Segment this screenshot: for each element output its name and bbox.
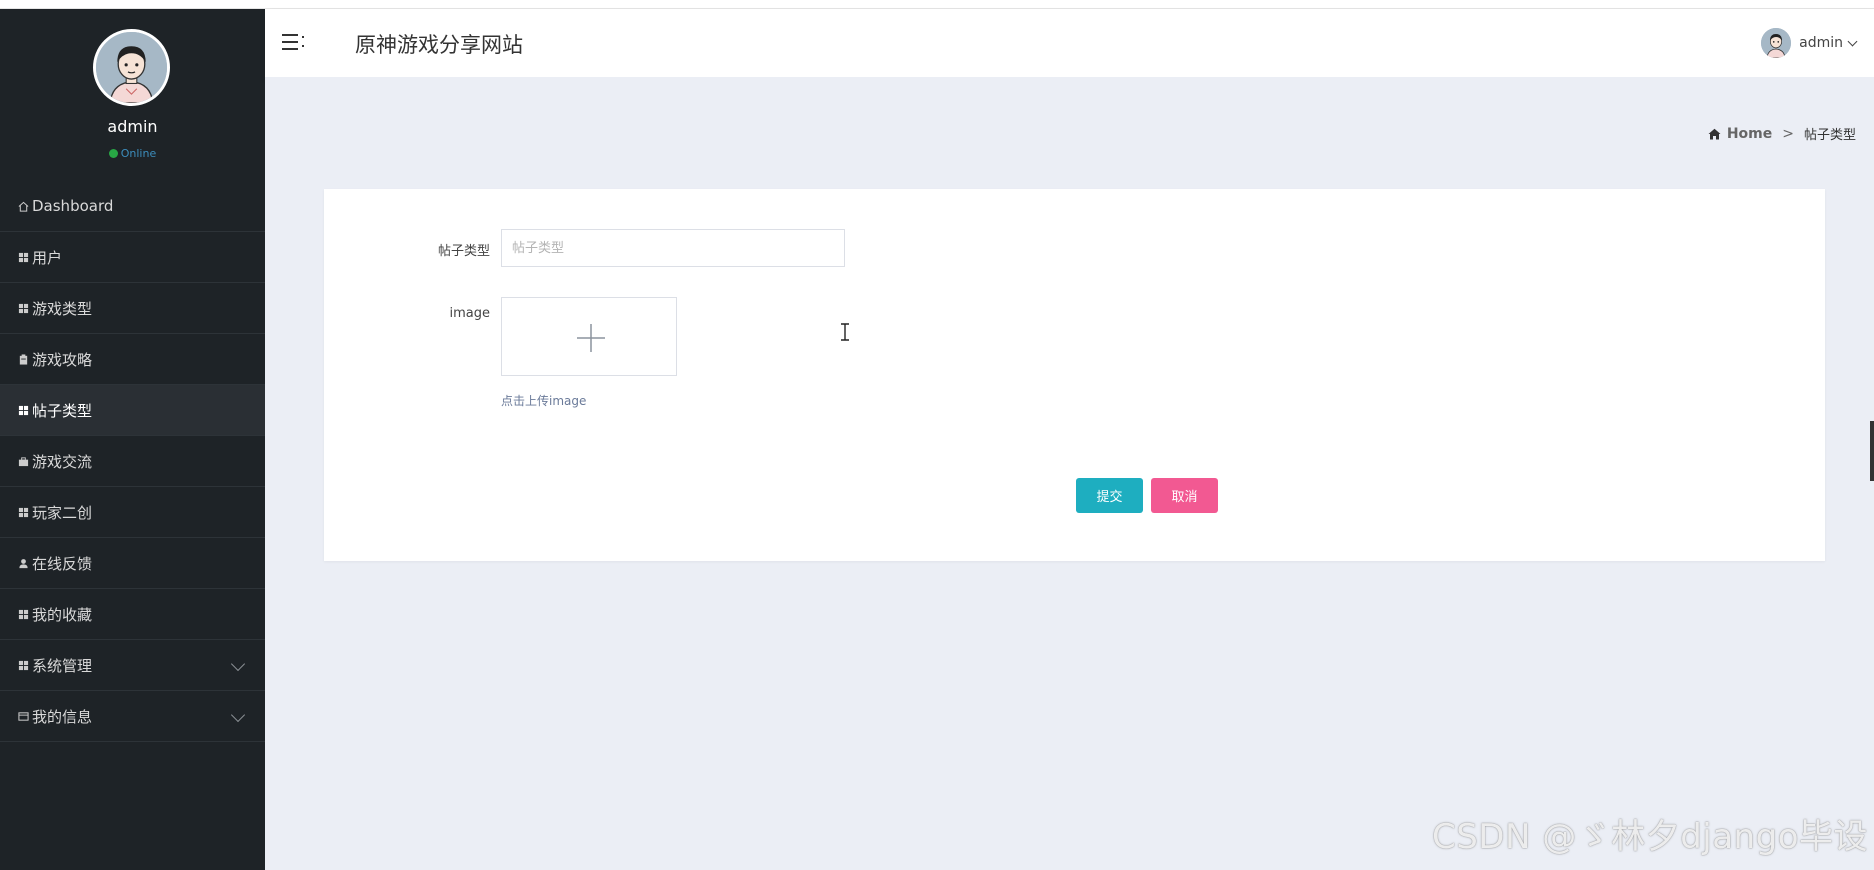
sidebar-item-game-exchange[interactable]: 游戏交流 — [0, 436, 265, 487]
sidebar-item-label: Dashboard — [32, 197, 114, 215]
cancel-button[interactable]: 取消 — [1151, 478, 1218, 513]
breadcrumb: Home > 帖子类型 — [1708, 124, 1856, 143]
avatar — [93, 29, 170, 106]
sidebar-item-label: 我的收藏 — [32, 605, 93, 624]
breadcrumb-separator: > — [1782, 125, 1794, 142]
main-content: Home > 帖子类型 帖子类型 image 点击上传image 提交 取消 C… — [265, 77, 1874, 870]
sidebar-item-label: 我的信息 — [32, 707, 93, 726]
sidebar: admin Online Dashboard 用户 游戏类型 游戏攻略 帖子类型… — [0, 9, 265, 870]
upload-hint: 点击上传image — [501, 394, 587, 408]
sidebar-item-label: 在线反馈 — [32, 554, 93, 573]
sidebar-item-game-types[interactable]: 游戏类型 — [0, 283, 265, 334]
user-menu[interactable]: admin — [1761, 27, 1858, 59]
form-card: 帖子类型 image 点击上传image 提交 取消 — [324, 189, 1825, 561]
sidebar-profile: admin Online — [0, 9, 265, 181]
profile-name: admin — [107, 117, 158, 136]
sidebar-item-feedback[interactable]: 在线反馈 — [0, 538, 265, 589]
clipboard-icon — [19, 353, 28, 365]
sidebar-item-system-management[interactable]: 系统管理 — [0, 640, 265, 691]
grid-icon — [18, 405, 29, 415]
home-outline-icon — [18, 201, 29, 212]
post-type-label: 帖子类型 — [437, 244, 490, 259]
menu-toggle-icon[interactable] — [282, 32, 306, 52]
avatar-cartoon-icon — [1761, 28, 1792, 58]
site-title: 原神游戏分享网站 — [355, 33, 523, 57]
image-label: image — [449, 306, 491, 321]
sidebar-item-label: 用户 — [32, 248, 63, 267]
sidebar-item-label: 系统管理 — [32, 656, 93, 675]
sidebar-item-game-guides[interactable]: 游戏攻略 — [0, 334, 265, 385]
chevron-down-icon — [230, 656, 246, 672]
sidebar-item-favorites[interactable]: 我的收藏 — [0, 589, 265, 640]
sidebar-item-label: 玩家二创 — [32, 503, 93, 522]
watermark: CSDN @ゞ林夕django毕设 — [1431, 817, 1868, 857]
submit-button[interactable]: 提交 — [1076, 478, 1143, 513]
sidebar-item-fan-creations[interactable]: 玩家二创 — [0, 487, 265, 538]
chevron-down-icon — [230, 707, 246, 723]
sidebar-item-label: 帖子类型 — [32, 401, 93, 420]
grid-icon — [18, 609, 29, 619]
online-status: Online — [0, 147, 265, 160]
image-upload-box[interactable] — [501, 297, 677, 376]
avatar-cartoon-icon — [96, 32, 167, 103]
briefcase-icon — [18, 456, 29, 466]
grid-icon — [18, 507, 29, 517]
top-navbar: 原神游戏分享网站 admin — [265, 9, 1874, 77]
chevron-down-icon — [1847, 36, 1858, 46]
sidebar-item-label: 游戏交流 — [32, 452, 93, 471]
sidebar-item-users[interactable]: 用户 — [0, 232, 265, 283]
grid-icon — [18, 252, 29, 262]
card-icon — [18, 711, 29, 721]
text-cursor-icon — [841, 323, 849, 341]
breadcrumb-home[interactable]: Home — [1727, 126, 1772, 142]
sidebar-item-label: 游戏类型 — [32, 299, 93, 318]
breadcrumb-current: 帖子类型 — [1803, 128, 1856, 143]
online-dot-icon — [108, 149, 118, 158]
avatar — [1761, 28, 1792, 58]
grid-icon — [18, 660, 29, 670]
sidebar-item-dashboard[interactable]: Dashboard — [0, 181, 265, 232]
user-menu-name: admin — [1799, 35, 1843, 51]
post-type-input[interactable] — [501, 229, 845, 267]
plus-icon — [577, 324, 605, 352]
user-icon — [19, 558, 28, 568]
grid-icon — [18, 303, 29, 313]
sidebar-item-label: 游戏攻略 — [32, 350, 93, 369]
sidebar-menu: Dashboard 用户 游戏类型 游戏攻略 帖子类型 游戏交流 玩家二创 在线… — [0, 181, 265, 742]
home-icon — [1708, 128, 1721, 139]
sidebar-item-post-types[interactable]: 帖子类型 — [0, 385, 265, 436]
sidebar-item-my-info[interactable]: 我的信息 — [0, 691, 265, 742]
scrollbar-thumb[interactable] — [1870, 421, 1874, 481]
status-text: Online — [120, 147, 157, 160]
window-top-edge — [0, 0, 1874, 9]
